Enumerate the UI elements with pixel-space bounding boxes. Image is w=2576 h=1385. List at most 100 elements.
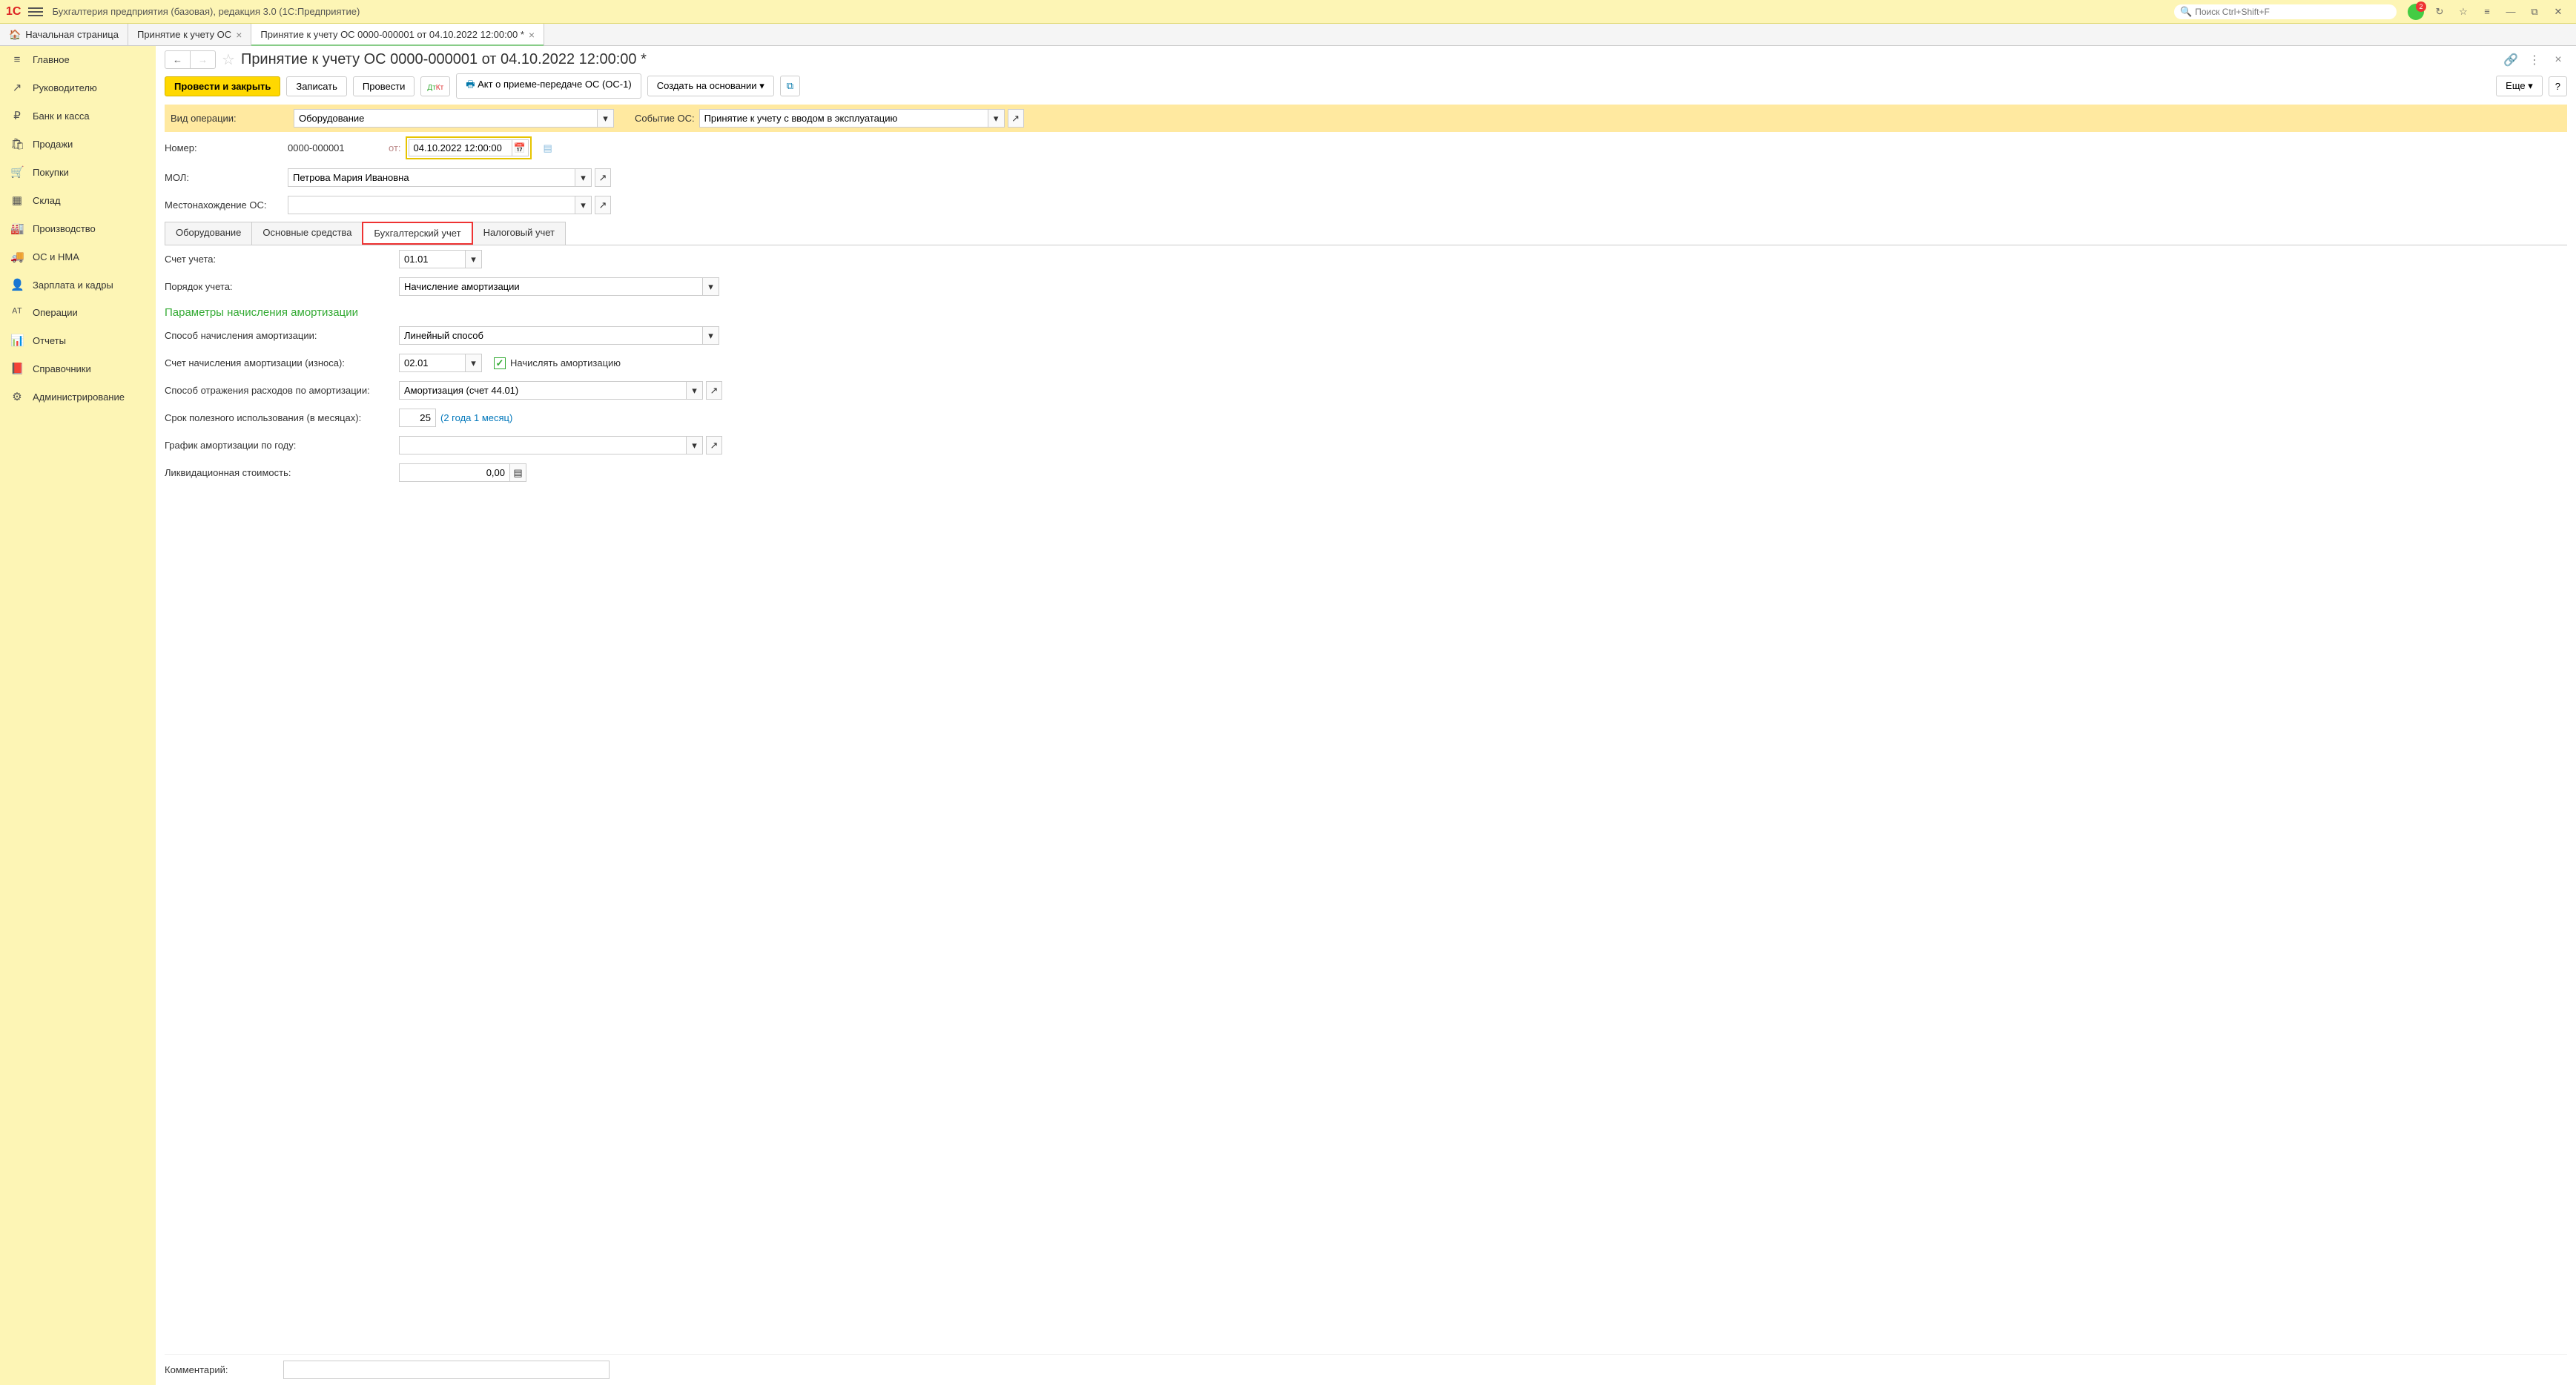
save-button[interactable]: Записать: [286, 76, 347, 96]
useful-life-hint[interactable]: (2 года 1 месяц): [440, 412, 512, 423]
open-ref-icon[interactable]: ↗: [595, 168, 611, 187]
exp-method-field[interactable]: ▾ ↗: [399, 381, 722, 400]
dropdown-icon[interactable]: ▾: [687, 436, 703, 454]
event-input[interactable]: [699, 109, 988, 128]
back-button[interactable]: ←: [165, 51, 191, 68]
forward-button[interactable]: →: [191, 51, 215, 68]
sidebar-item-warehouse[interactable]: ▦Склад: [0, 186, 156, 214]
location-field[interactable]: ▾ ↗: [288, 196, 611, 214]
tab-accounting[interactable]: Бухгалтерский учет: [362, 222, 472, 245]
tab-doc1-label: Принятие к учету ОС: [137, 29, 231, 40]
op-type-field[interactable]: ▾: [294, 109, 614, 128]
minimize-icon[interactable]: —: [2502, 3, 2520, 21]
open-ref-icon[interactable]: ↗: [595, 196, 611, 214]
more-icon[interactable]: ⋮: [2526, 51, 2543, 69]
structure-button[interactable]: ⧉: [780, 76, 800, 96]
help-button[interactable]: ?: [2549, 76, 2567, 96]
date-input[interactable]: [409, 139, 512, 156]
post-close-button[interactable]: Провести и закрыть: [165, 76, 280, 96]
sidebar-item-main[interactable]: ≡Главное: [0, 46, 156, 73]
procedure-row: Порядок учета: ▾: [165, 273, 2567, 300]
dropdown-icon[interactable]: ▾: [466, 250, 482, 268]
star-icon[interactable]: ☆: [222, 50, 235, 69]
main-menu-icon[interactable]: [28, 7, 43, 16]
tab-home[interactable]: 🏠 Начальная страница: [0, 24, 128, 45]
sidebar-item-sales[interactable]: 🛍Продажи: [0, 130, 156, 158]
date-field[interactable]: 📅: [406, 136, 532, 159]
location-input[interactable]: [288, 196, 575, 214]
account-field[interactable]: ▾: [399, 250, 482, 268]
mol-field[interactable]: ▾ ↗: [288, 168, 611, 187]
open-ref-icon[interactable]: ↗: [706, 436, 722, 454]
search-input[interactable]: [2195, 7, 2391, 17]
sidebar-item-purchases[interactable]: 🛒Покупки: [0, 158, 156, 186]
favorites-icon[interactable]: ☆: [2454, 3, 2472, 21]
dropdown-icon[interactable]: ▾: [575, 196, 592, 214]
sidebar-item-bank[interactable]: ₽Банк и касса: [0, 102, 156, 130]
notifications-icon[interactable]: 2: [2407, 3, 2425, 21]
post-button[interactable]: Провести: [353, 76, 415, 96]
schedule-input[interactable]: [399, 436, 687, 454]
sidebar-item-refs[interactable]: 📕Справочники: [0, 354, 156, 383]
dtkt-button[interactable]: ДтКт: [420, 76, 450, 96]
useful-life-input[interactable]: [399, 409, 436, 427]
link-icon[interactable]: 🔗: [2502, 51, 2520, 69]
method-field[interactable]: ▾: [399, 326, 719, 345]
sidebar-label: Администрирование: [33, 391, 125, 403]
procedure-input[interactable]: [399, 277, 703, 296]
create-based-button[interactable]: Создать на основании ▾: [647, 76, 774, 96]
tab-doc1-close-icon[interactable]: ×: [236, 29, 242, 41]
history-icon[interactable]: ↻: [2431, 3, 2448, 21]
event-field[interactable]: ▾ ↗: [699, 109, 1024, 128]
close-doc-icon[interactable]: ×: [2549, 51, 2567, 69]
dropdown-icon[interactable]: ▾: [703, 326, 719, 345]
print-button[interactable]: 🖶 Акт о приеме-передаче ОС (ОС-1): [456, 73, 641, 99]
calc-dep-checkbox[interactable]: ✓ Начислять амортизацию: [494, 357, 621, 369]
procedure-field[interactable]: ▾: [399, 277, 719, 296]
dropdown-icon[interactable]: ▾: [703, 277, 719, 296]
sidebar-item-admin[interactable]: ⚙Администрирование: [0, 383, 156, 411]
dropdown-icon[interactable]: ▾: [575, 168, 592, 187]
sidebar-item-payroll[interactable]: 👤Зарплата и кадры: [0, 271, 156, 299]
comment-input[interactable]: [283, 1361, 610, 1379]
mol-input[interactable]: [288, 168, 575, 187]
tab-doc1[interactable]: Принятие к учету ОС ×: [128, 24, 251, 45]
dropdown-icon[interactable]: ▾: [598, 109, 614, 128]
sidebar-item-assets[interactable]: 🚚ОС и НМА: [0, 242, 156, 271]
maximize-icon[interactable]: ⧉: [2526, 3, 2543, 21]
schedule-field[interactable]: ▾ ↗: [399, 436, 722, 454]
op-type-input[interactable]: [294, 109, 598, 128]
sidebar-item-operations[interactable]: ᴬᵀОперации: [0, 299, 156, 326]
dropdown-icon[interactable]: ▾: [466, 354, 482, 372]
dropdown-icon[interactable]: ▾: [687, 381, 703, 400]
calendar-icon[interactable]: 📅: [512, 139, 529, 156]
sidebar-item-production[interactable]: 🏭Производство: [0, 214, 156, 242]
number-label: Номер:: [165, 142, 283, 153]
account-input[interactable]: [399, 250, 466, 268]
dep-account-field[interactable]: ▾: [399, 354, 482, 372]
dropdown-icon[interactable]: ▾: [988, 109, 1005, 128]
calculator-icon[interactable]: ▤: [510, 463, 526, 482]
liquidation-input[interactable]: [399, 463, 510, 482]
tab-fixed-assets[interactable]: Основные средства: [251, 222, 363, 245]
doc-title: Принятие к учету ОС 0000-000001 от 04.10…: [241, 51, 647, 68]
inner-tabs: Оборудование Основные средства Бухгалтер…: [165, 222, 2567, 245]
exp-method-input[interactable]: [399, 381, 687, 400]
tab-doc2-close-icon[interactable]: ×: [529, 29, 535, 41]
open-ref-icon[interactable]: ↗: [706, 381, 722, 400]
open-ref-icon[interactable]: ↗: [1008, 109, 1024, 128]
settings-icon[interactable]: ≡: [2478, 3, 2496, 21]
chevron-down-icon: ▾: [759, 80, 764, 91]
sidebar-item-reports[interactable]: 📊Отчеты: [0, 326, 156, 354]
method-input[interactable]: [399, 326, 703, 345]
tab-equipment[interactable]: Оборудование: [165, 222, 252, 245]
tab-tax[interactable]: Налоговый учет: [472, 222, 566, 245]
sidebar-item-manager[interactable]: ↗Руководителю: [0, 73, 156, 102]
tab-doc2[interactable]: Принятие к учету ОС 0000-000001 от 04.10…: [251, 24, 544, 45]
close-icon[interactable]: ✕: [2549, 3, 2567, 21]
procedure-label: Порядок учета:: [165, 281, 394, 292]
more-button[interactable]: Еще ▾: [2496, 76, 2543, 96]
search-box[interactable]: 🔍: [2174, 4, 2397, 19]
liquidation-field[interactable]: ▤: [399, 463, 526, 482]
dep-account-input[interactable]: [399, 354, 466, 372]
